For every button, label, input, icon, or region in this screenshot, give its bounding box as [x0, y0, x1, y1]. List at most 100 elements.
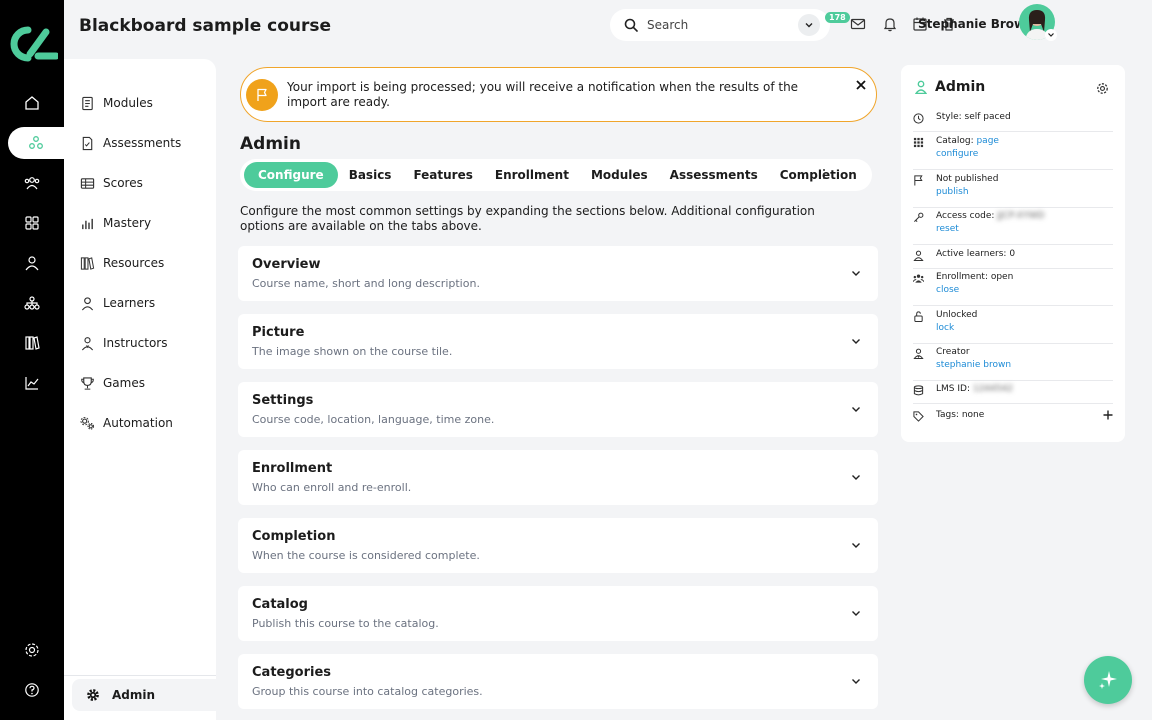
course-icon[interactable]	[8, 127, 64, 159]
nav-item-scores[interactable]: Scores	[80, 171, 143, 195]
nav-item-label: Learners	[103, 296, 156, 310]
nav-item-mastery[interactable]: Mastery	[80, 211, 151, 235]
section-title: Completion	[252, 529, 336, 544]
help-icon[interactable]	[0, 674, 64, 706]
home-icon[interactable]	[0, 87, 64, 119]
row-lock: Unlocked lock	[913, 309, 1113, 344]
row-active-learners: Active learners: 0	[913, 248, 1113, 269]
section-description: Course code, location, language, time zo…	[252, 413, 495, 426]
section-description: Publish this course to the catalog.	[252, 617, 439, 630]
nav-item-label: Games	[103, 376, 145, 390]
nav-item-label: Mastery	[103, 216, 152, 230]
nav-item-automation[interactable]: Automation	[80, 411, 173, 435]
section-categories[interactable]: Categories Group this course into catalo…	[238, 654, 878, 709]
row-publish: Not published publish	[913, 173, 1113, 208]
tab-assessments[interactable]: Assessments	[659, 162, 769, 188]
catalog-page-link[interactable]: page	[976, 136, 998, 146]
publish-link[interactable]: publish	[936, 186, 998, 199]
admin-side-panel: Admin Style: self paced Catalog: page co…	[901, 65, 1125, 442]
nav-item-resources[interactable]: Resources	[80, 251, 164, 275]
section-settings[interactable]: Settings Course code, location, language…	[238, 382, 878, 437]
search-bar[interactable]: Search	[610, 9, 830, 41]
grid-icon[interactable]	[0, 207, 64, 239]
person-icon[interactable]	[0, 247, 64, 279]
enrollment-close-link[interactable]: close	[936, 284, 1013, 297]
library-icon[interactable]	[0, 327, 64, 359]
nav-item-label: Modules	[103, 96, 153, 110]
nav-item-learners[interactable]: Learners	[80, 291, 155, 315]
close-icon[interactable]	[854, 78, 868, 92]
org-icon[interactable]	[0, 287, 64, 319]
people-icon[interactable]	[0, 167, 64, 199]
tab-configure[interactable]: Configure	[244, 162, 338, 188]
more-options-icon[interactable]	[817, 166, 831, 182]
ai-assistant-button[interactable]	[1084, 656, 1132, 704]
tab-features[interactable]: Features	[402, 162, 483, 188]
divider	[64, 675, 216, 676]
course-nav: Modules Assessments Scores Mastery Resou…	[64, 59, 216, 720]
search-input[interactable]: Search	[647, 18, 798, 32]
bell-icon[interactable]	[882, 16, 898, 32]
flag-icon	[246, 78, 278, 111]
chevron-down-icon[interactable]	[850, 607, 862, 619]
mail-icon[interactable]	[850, 16, 866, 32]
tab-basics[interactable]: Basics	[338, 162, 403, 188]
creator-label: Creator	[936, 347, 970, 357]
chart-icon[interactable]	[0, 367, 64, 399]
chevron-down-icon[interactable]	[1045, 29, 1057, 41]
section-picture[interactable]: Picture The image shown on the course ti…	[238, 314, 878, 369]
publish-status: Not published	[936, 174, 999, 184]
nav-item-instructors[interactable]: Instructors	[80, 331, 167, 355]
section-title: Catalog	[252, 597, 308, 612]
app-logo[interactable]	[8, 24, 58, 64]
gear-icon[interactable]	[1096, 82, 1109, 95]
section-title: Enrollment	[252, 461, 333, 476]
admin-person-icon	[915, 80, 927, 94]
lock-status: Unlocked	[936, 310, 978, 320]
tag-icon	[913, 411, 924, 422]
side-panel-header: Admin	[915, 79, 985, 95]
section-completion[interactable]: Completion When the course is considered…	[238, 518, 878, 573]
row-lms-id: LMS ID: 1244542	[913, 383, 1113, 404]
section-overview[interactable]: Overview Course name, short and long des…	[238, 246, 878, 301]
mastery-icon	[82, 218, 93, 229]
automation-icon	[80, 416, 95, 430]
section-description: Course name, short and long description.	[252, 277, 480, 290]
nav-item-label: Instructors	[103, 336, 168, 350]
nav-admin-label: Admin	[112, 688, 156, 702]
nav-item-label: Assessments	[103, 136, 182, 150]
access-code-reset-link[interactable]: reset	[936, 223, 1044, 236]
chevron-down-icon[interactable]	[850, 675, 862, 687]
lock-link[interactable]: lock	[936, 322, 977, 335]
assessments-icon	[82, 136, 93, 150]
modules-icon	[82, 96, 93, 110]
chevron-down-icon[interactable]	[850, 267, 862, 279]
chevron-down-icon[interactable]	[850, 335, 862, 347]
tab-modules[interactable]: Modules	[580, 162, 659, 188]
tab-enrollment[interactable]: Enrollment	[484, 162, 580, 188]
search-scope-chevron-icon[interactable]	[798, 14, 820, 36]
course-title: Blackboard sample course	[79, 16, 332, 36]
catalog-configure-link[interactable]: configure	[936, 148, 999, 161]
group-icon	[913, 274, 924, 283]
nav-item-admin[interactable]: Admin	[72, 679, 216, 711]
section-description: Who can enroll and re-enroll.	[252, 481, 412, 494]
section-catalog[interactable]: Catalog Publish this course to the catal…	[238, 586, 878, 641]
nav-item-assessments[interactable]: Assessments	[80, 131, 181, 155]
nav-item-modules[interactable]: Modules	[80, 91, 153, 115]
lms-id-value: 1244542	[972, 384, 1013, 394]
search-icon	[624, 18, 638, 32]
section-enrollment[interactable]: Enrollment Who can enroll and re-enroll.	[238, 450, 878, 505]
nav-item-games[interactable]: Games	[80, 371, 145, 395]
clock-icon	[913, 113, 924, 124]
section-title: Overview	[252, 257, 321, 272]
chevron-down-icon[interactable]	[850, 403, 862, 415]
import-notice: Your import is being processed; you will…	[240, 67, 877, 122]
sparkle-icon	[1099, 671, 1117, 689]
settings-icon[interactable]	[0, 634, 64, 666]
section-description: The image shown on the course tile.	[252, 345, 453, 358]
chevron-down-icon[interactable]	[850, 471, 862, 483]
creator-link[interactable]: stephanie brown	[936, 359, 1011, 372]
chevron-down-icon[interactable]	[850, 539, 862, 551]
add-tag-icon[interactable]	[1103, 410, 1113, 420]
